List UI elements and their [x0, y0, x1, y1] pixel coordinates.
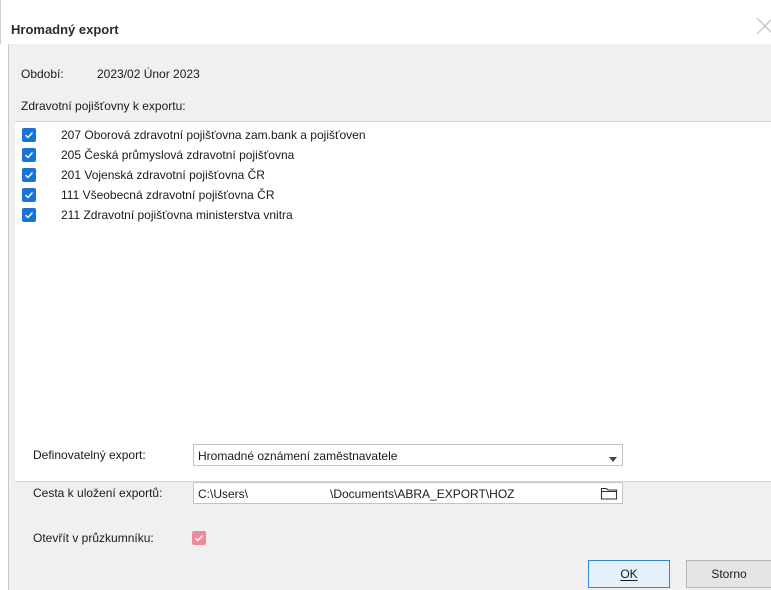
close-icon[interactable]: [753, 14, 771, 38]
period-value: 2023/02 Únor 2023: [97, 67, 200, 81]
export-type-label: Definovatelný export:: [33, 448, 146, 462]
list-item[interactable]: 201 Vojenská zdravotní pojišťovna ČR: [15, 165, 715, 185]
cancel-button[interactable]: Storno: [686, 560, 771, 588]
list-item-label: 111 Všeobecná zdravotní pojišťovna ČR: [61, 188, 275, 202]
insurers-list[interactable]: 207 Oborová zdravotní pojišťovna zam.ban…: [15, 121, 771, 482]
open-explorer-label: Otevřít v průzkumníku:: [33, 531, 154, 545]
export-path-value-part2: \Documents\ABRA_EXPORT\HOZ: [330, 487, 515, 501]
list-item-label: 207 Oborová zdravotní pojišťovna zam.ban…: [61, 128, 366, 142]
export-path-value-part1: C:\Users\: [198, 487, 249, 501]
insurers-list-label: Zdravotní pojišťovny k exportu:: [21, 99, 186, 113]
list-item[interactable]: 205 Česká průmyslová zdravotní pojišťovn…: [15, 145, 715, 165]
dialog-body: Období: 2023/02 Únor 2023 Zdravotní poji…: [8, 44, 771, 590]
checkbox-checked[interactable]: [22, 148, 36, 162]
export-type-value: Hromadné oznámení zaměstnavatele: [198, 449, 398, 463]
list-item[interactable]: 207 Oborová zdravotní pojišťovna zam.ban…: [15, 125, 715, 145]
list-item[interactable]: 211 Zdravotní pojišťovna ministerstva vn…: [15, 205, 715, 225]
dropdown-arrow-icon[interactable]: [608, 452, 618, 466]
checkbox-checked[interactable]: [22, 208, 36, 222]
folder-icon[interactable]: [600, 485, 618, 504]
checkbox-checked[interactable]: [22, 168, 36, 182]
checkbox-checked[interactable]: [22, 188, 36, 202]
list-item[interactable]: 111 Všeobecná zdravotní pojišťovna ČR: [15, 185, 715, 205]
period-label: Období:: [21, 67, 64, 81]
export-path-label: Cesta k uložení exportů:: [33, 486, 163, 500]
list-item-label: 201 Vojenská zdravotní pojišťovna ČR: [61, 168, 265, 182]
checkbox-checked[interactable]: [22, 128, 36, 142]
list-item-label: 205 Česká průmyslová zdravotní pojišťovn…: [61, 148, 295, 162]
open-explorer-checkbox[interactable]: [192, 531, 206, 545]
cancel-button-label: Storno: [711, 567, 747, 581]
export-path-input[interactable]: C:\Users\ \Documents\ABRA_EXPORT\HOZ: [193, 482, 623, 504]
list-item-label: 211 Zdravotní pojišťovna ministerstva vn…: [61, 208, 293, 222]
ok-button-label: OK: [620, 567, 638, 581]
export-type-select[interactable]: Hromadné oznámení zaměstnavatele: [193, 444, 623, 466]
title-bar: Hromadný export: [0, 0, 771, 44]
window-title: Hromadný export: [11, 22, 119, 37]
ok-button[interactable]: OK: [588, 560, 670, 588]
